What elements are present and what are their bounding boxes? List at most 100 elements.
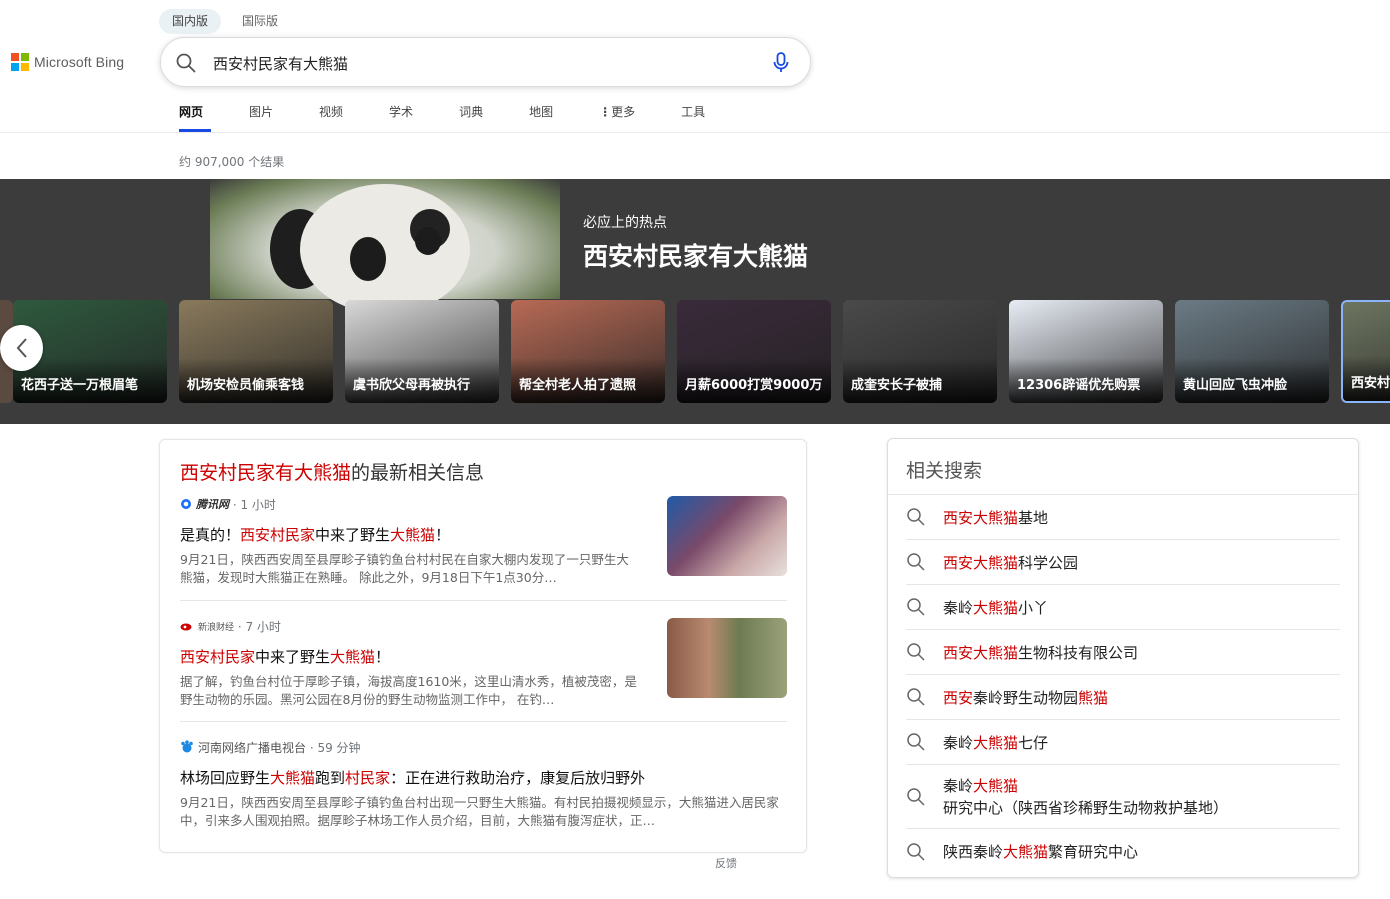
- related-item[interactable]: 秦岭大熊猫研究中心（陕西省珍稀野生动物救护基地）: [906, 765, 1340, 829]
- search-box[interactable]: 西安村民家有大熊猫: [160, 37, 811, 87]
- story-title-part: 大熊猫: [270, 769, 316, 787]
- nav-maps[interactable]: 地图: [515, 100, 567, 132]
- hot-card[interactable]: 机场安检员偷乘客钱: [179, 300, 333, 403]
- hot-card-label: 虞书欣父母再被执行: [353, 378, 471, 393]
- related-item-part: 研究中心（陕西省珍稀野生动物救护基地）: [943, 798, 1229, 817]
- feedback-link[interactable]: 反馈: [715, 855, 737, 871]
- related-item-part: 西安大熊猫: [943, 643, 1019, 662]
- results-count: 约 907,000 个结果: [179, 155, 285, 169]
- search-input[interactable]: 西安村民家有大熊猫: [213, 53, 348, 74]
- hot-topics-banner: 必应上的热点 西安村民家有大熊猫 花西子送一万根眉笔 机场安检员偷乘客钱 虞书欣…: [0, 179, 1390, 424]
- story-time: · 7 小时: [237, 619, 281, 634]
- story-time: · 59 分钟: [309, 740, 361, 755]
- hot-carousel: 花西子送一万根眉笔 机场安检员偷乘客钱 虞书欣父母再被执行 帮全村老人拍了遗照 …: [0, 300, 1390, 403]
- hot-card-label: 成奎安长子被捕: [851, 378, 943, 393]
- related-item-part: 秦岭: [943, 598, 974, 617]
- hot-card[interactable]: 成奎安长子被捕: [843, 300, 997, 403]
- panda-shape: [415, 227, 441, 255]
- search-icon: [907, 842, 925, 861]
- story-title-part: 村民家: [345, 769, 391, 787]
- hot-card[interactable]: 西安村民: [1341, 300, 1390, 403]
- story-title-part: 西安村民家: [240, 526, 316, 544]
- related-item-part: 秦岭: [943, 776, 974, 795]
- sina-logo-icon: [180, 621, 194, 631]
- related-item-part: 小丫: [1018, 598, 1049, 617]
- microsoft-logo-icon: [11, 53, 29, 71]
- related-item[interactable]: 西安大熊猫科学公园: [906, 540, 1340, 585]
- story-time: · 1 小时: [232, 497, 276, 512]
- related-item-part: 基地: [1018, 508, 1049, 527]
- related-item[interactable]: 西安大熊猫生物科技有限公司: [906, 630, 1340, 675]
- news-story[interactable]: 河南网络广播电视台 · 59 分钟 林场回应野生大熊猫跑到村民家：正在进行救助治…: [180, 739, 787, 830]
- news-heading[interactable]: 西安村民家有大熊猫的最新相关信息: [180, 458, 484, 485]
- region-tab-domestic[interactable]: 国内版: [159, 9, 222, 34]
- henan-tv-logo-icon: [180, 740, 194, 754]
- hot-card-label: 机场安检员偷乘客钱: [187, 378, 305, 393]
- related-item[interactable]: 陕西秦岭大熊猫繁育研究中心: [906, 829, 1340, 874]
- story-title-part: 跑到: [315, 769, 346, 787]
- region-tab-international[interactable]: 国际版: [229, 9, 291, 34]
- panda-shape: [350, 237, 386, 281]
- search-icon: [907, 508, 925, 526]
- related-item[interactable]: 秦岭大熊猫七仔: [906, 720, 1340, 765]
- related-item-part: 秦岭: [943, 733, 974, 752]
- related-item-part: 繁育研究中心: [1048, 843, 1139, 861]
- hot-card[interactable]: 12306辟谣优先购票: [1009, 300, 1163, 403]
- related-item-part: 秦岭野生动物园: [973, 688, 1079, 707]
- search-icon: [907, 688, 925, 706]
- search-icon: [907, 643, 925, 661]
- story-snippet: 9月21日，陕西西安周至县厚畛子镇钓鱼台村出现一只野生大熊猫。有村民拍摄视频显示…: [180, 795, 779, 828]
- hot-card[interactable]: 帮全村老人拍了遗照: [511, 300, 665, 403]
- nav-more[interactable]: ⋮更多: [585, 100, 649, 132]
- microphone-icon[interactable]: [770, 51, 792, 75]
- related-item-part: 西安大熊猫: [943, 508, 1019, 527]
- related-item[interactable]: 西安大熊猫基地: [906, 495, 1340, 540]
- story-snippet: 据了解，钓鱼台村位于厚畛子镇，海拔高度1610米，这里山清水秀，植被茂密，是野生…: [180, 674, 637, 707]
- carousel-prev-button[interactable]: [0, 325, 43, 371]
- hot-card-label: 花西子送一万根眉笔: [21, 378, 139, 393]
- nav-web[interactable]: 网页: [165, 100, 217, 132]
- related-item[interactable]: 秦岭大熊猫小丫: [906, 585, 1340, 630]
- related-item-part: 七仔: [1018, 733, 1049, 752]
- related-item-part: 熊猫: [1078, 688, 1109, 707]
- hot-card[interactable]: 虞书欣父母再被执行: [345, 300, 499, 403]
- story-title-part: 大熊猫: [330, 648, 376, 666]
- story-source-name: 新浪财经: [198, 622, 235, 633]
- news-story[interactable]: 新浪财经 · 7 小时 西安村民家中来了野生大熊猫！ 据了解，钓鱼台村位于厚畛子…: [180, 618, 787, 709]
- header: Microsoft Bing 国内版 国际版 西安村民家有大熊猫 网页 图片 视…: [0, 0, 1390, 133]
- story-title-part: 是真的！: [180, 526, 241, 544]
- nav-videos[interactable]: 视频: [305, 100, 357, 132]
- story-title-part: 中来了野生: [315, 526, 391, 544]
- story-title-part: 西安村民家: [180, 648, 256, 666]
- nav-dictionary[interactable]: 词典: [445, 100, 497, 132]
- bing-logo[interactable]: Microsoft Bing: [11, 52, 124, 72]
- region-tabs: 国内版 国际版: [159, 9, 299, 34]
- news-heading-rest: 的最新相关信息: [351, 462, 485, 484]
- hot-card-label: 月薪6000打赏9000万: [685, 378, 823, 393]
- story-title[interactable]: 林场回应野生大熊猫跑到村民家：正在进行救助治疗，康复后放归野外: [180, 767, 787, 788]
- story-thumbnail[interactable]: [667, 618, 787, 698]
- news-story[interactable]: 腾讯网 · 1 小时 是真的！西安村民家中来了野生大熊猫！ 9月21日，陕西西安…: [180, 496, 787, 587]
- divider: [180, 600, 787, 601]
- hot-card-label: 西安村民: [1351, 376, 1390, 391]
- story-title-part: 林场回应野生: [180, 769, 271, 787]
- hot-subtitle: 必应上的热点: [583, 215, 667, 231]
- hot-card[interactable]: 黄山回应飞虫冲脸: [1175, 300, 1329, 403]
- search-icon[interactable]: [175, 52, 197, 74]
- hot-title[interactable]: 西安村民家有大熊猫: [583, 237, 808, 273]
- hot-card[interactable]: 月薪6000打赏9000万: [677, 300, 831, 403]
- news-heading-highlight: 西安村民家有大熊猫: [180, 462, 352, 484]
- related-heading: 相关搜索: [906, 460, 983, 482]
- nav-tools[interactable]: 工具: [667, 100, 719, 132]
- news-card: 西安村民家有大熊猫的最新相关信息 腾讯网 · 1 小时 是真的！西安村民家中来了…: [159, 439, 807, 853]
- nav-academic[interactable]: 学术: [375, 100, 427, 132]
- nav-images[interactable]: 图片: [235, 100, 287, 132]
- related-item-part: 陕西秦岭: [943, 843, 1004, 861]
- tencent-logo-icon: [180, 498, 192, 510]
- related-item[interactable]: 西安秦岭野生动物园熊猫: [906, 675, 1340, 720]
- related-item-part: 科学公园: [1018, 553, 1079, 572]
- related-item-part: 生物科技有限公司: [1018, 643, 1139, 662]
- story-thumbnail[interactable]: [667, 496, 787, 576]
- search-icon: [907, 553, 925, 571]
- story-source-name: 河南网络广播电视台: [198, 740, 307, 755]
